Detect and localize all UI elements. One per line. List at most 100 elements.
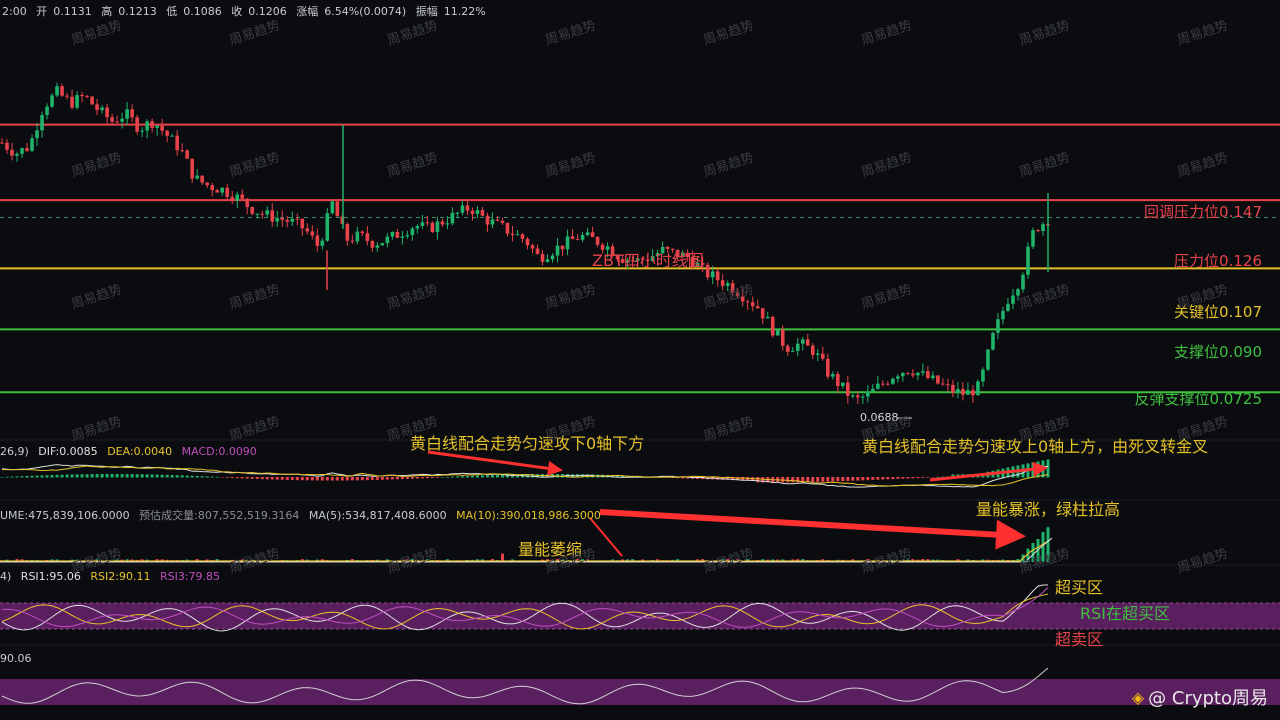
- est-volume-value: 预估成交量:807,552,519.3164: [139, 509, 300, 522]
- candle-body: [535, 248, 540, 254]
- candle-body: [555, 245, 560, 256]
- candle-body: [360, 231, 365, 234]
- candle-body: [365, 233, 370, 241]
- macd-bar: [10, 476, 14, 478]
- macd-bar: [215, 476, 219, 478]
- candle-body: [435, 221, 440, 233]
- candle-body: [971, 390, 975, 396]
- macd-bar: [335, 477, 339, 481]
- candle-body: [976, 381, 980, 396]
- candle-body: [115, 121, 119, 123]
- candle-body: [966, 390, 970, 395]
- candle-body: [1026, 246, 1030, 275]
- candle-body: [891, 378, 895, 384]
- macd-bar: [911, 477, 915, 479]
- candle-body: [505, 222, 510, 234]
- brand-badge: ◈ @ Crypto周易: [1132, 684, 1268, 710]
- candle-body: [425, 222, 430, 224]
- macd-bar: [836, 477, 840, 482]
- candle-body: [45, 106, 49, 116]
- candle-body: [230, 196, 235, 201]
- candle-body: [125, 109, 129, 119]
- macd-bar: [485, 475, 489, 478]
- candle-body: [785, 345, 790, 352]
- macd-bar: [245, 477, 249, 479]
- candle-body: [420, 222, 425, 226]
- candle-body: [290, 218, 295, 222]
- macd-bar: [110, 474, 114, 478]
- candle-body: [876, 383, 880, 389]
- macd-bar: [70, 474, 74, 478]
- ma10-value: MA(10):390,018,986.3000: [456, 509, 601, 522]
- candle-body: [1036, 230, 1040, 232]
- candle-body: [285, 219, 290, 222]
- candle-body: [460, 205, 465, 213]
- candle-body: [280, 218, 285, 220]
- candle-body: [305, 228, 310, 232]
- macd-bar: [60, 474, 64, 478]
- candle-body: [866, 391, 870, 397]
- macd-bar: [470, 475, 474, 478]
- macd-bar: [90, 474, 94, 478]
- candle-body: [240, 194, 245, 199]
- candle-body: [510, 233, 515, 236]
- macd-bar: [866, 477, 870, 481]
- candle-body: [380, 243, 385, 246]
- candle-body: [165, 130, 169, 136]
- macd-bar: [861, 477, 865, 481]
- rsi-params: 4): [0, 570, 12, 583]
- candle-body: [795, 343, 800, 351]
- macd-bar: [125, 474, 129, 478]
- rsi2-value: RSI2:90.11: [90, 570, 151, 583]
- macd-bar: [185, 475, 189, 478]
- macd-bar: [220, 477, 224, 478]
- candle-body: [710, 271, 715, 278]
- candle-body: [495, 219, 500, 221]
- macd-bar: [395, 477, 399, 480]
- candle-body: [921, 371, 925, 373]
- candle-body: [260, 213, 265, 215]
- macd-bar: [350, 477, 354, 481]
- macd-bar: [100, 474, 104, 478]
- macd-bar: [886, 477, 890, 480]
- candle-body: [825, 358, 830, 377]
- macd-bar: [240, 477, 244, 479]
- candle-body: [0, 142, 4, 144]
- candle-body: [1041, 224, 1045, 232]
- candle-body: [565, 236, 570, 250]
- macd-bar: [150, 474, 154, 478]
- candle-body: [570, 236, 575, 240]
- candle-body: [520, 234, 525, 239]
- candle-body: [560, 245, 565, 250]
- rsi-header: 4) RSI1:95.06 RSI2:90.11 RSI3:79.85: [0, 570, 226, 583]
- candle-body: [861, 396, 865, 398]
- candle-body: [730, 283, 735, 293]
- candle-body: [195, 175, 199, 179]
- candle-body: [475, 210, 480, 214]
- macd-bar: [380, 477, 384, 480]
- candle-body: [60, 86, 64, 96]
- candle-body: [40, 115, 44, 131]
- candle-body: [901, 372, 905, 377]
- macd-bar: [425, 477, 429, 479]
- candle-body: [430, 222, 435, 233]
- chart-title: ZBT四小时线图: [592, 251, 704, 270]
- candle-body: [350, 240, 355, 242]
- candle-body: [815, 353, 820, 355]
- macd-bar: [826, 477, 830, 482]
- candle-body: [981, 369, 985, 382]
- macd-bar: [35, 475, 39, 478]
- macd-bar: [305, 477, 309, 481]
- candle-body: [996, 319, 1000, 333]
- macd-bar: [20, 476, 24, 478]
- macd-bar: [405, 477, 409, 479]
- candle-body: [35, 130, 39, 139]
- macd-bar: [390, 477, 394, 480]
- macd-bar: [175, 475, 179, 478]
- candle-body: [841, 382, 845, 387]
- candle-body: [140, 130, 144, 132]
- macd-bar: [495, 474, 499, 478]
- macd-bar: [50, 475, 54, 478]
- macd-bar: [896, 477, 900, 479]
- candle-body: [185, 150, 189, 159]
